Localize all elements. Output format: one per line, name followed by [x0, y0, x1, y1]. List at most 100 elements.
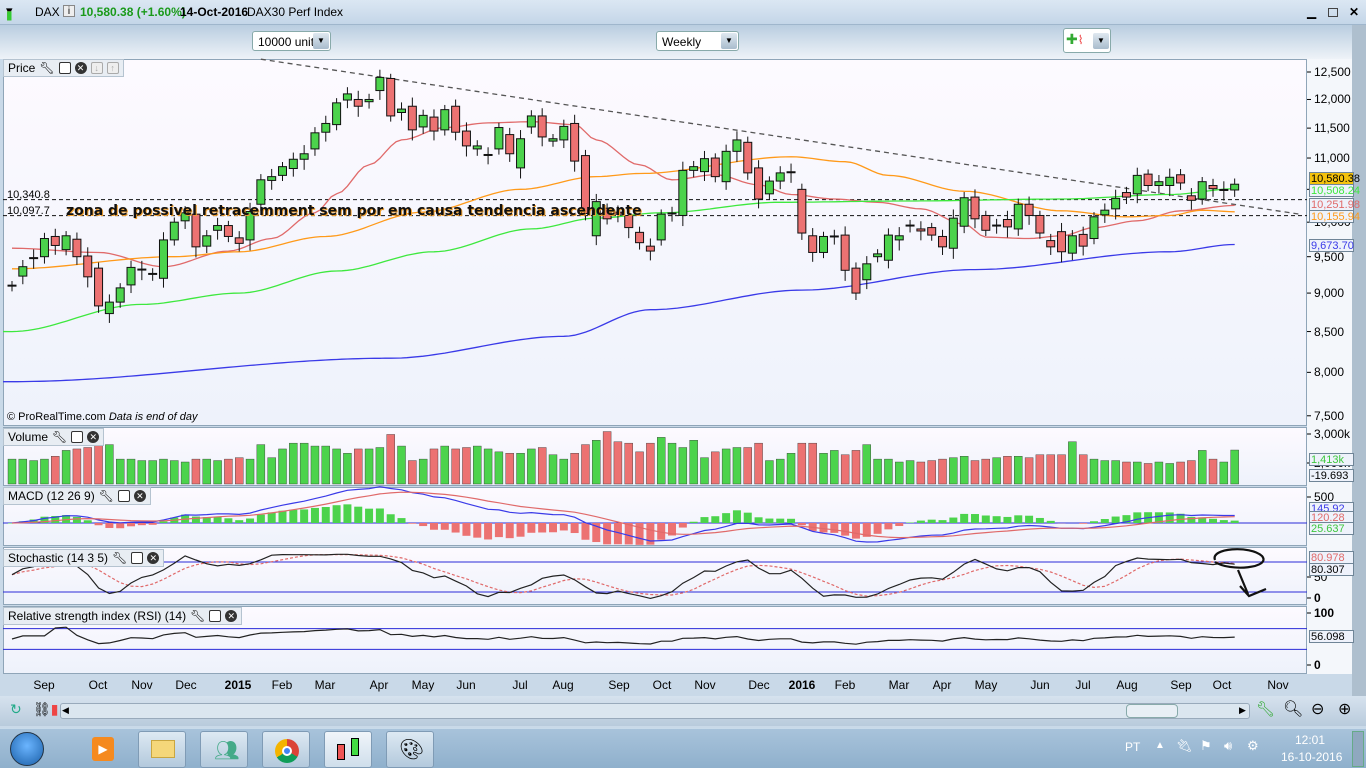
volume-bar [299, 442, 309, 485]
window-icon[interactable] [71, 431, 84, 443]
candle [505, 134, 515, 155]
candle [754, 167, 764, 200]
macd-histogram-bar [797, 523, 806, 526]
volume-bar [354, 448, 363, 485]
macd-histogram-bar [830, 523, 839, 533]
show-desktop-button[interactable] [1352, 731, 1364, 767]
candle [104, 301, 114, 315]
show-hidden-icons[interactable]: ▲ [1155, 740, 1165, 751]
candle [883, 234, 893, 261]
window-icon[interactable] [117, 490, 130, 502]
zoom-fit-icon[interactable]: 🔍︎ [1283, 699, 1303, 719]
scroll-left-icon[interactable]: ◀ [62, 705, 69, 716]
explorer-taskbar-button[interactable] [138, 731, 186, 768]
macd-histogram-bar [927, 519, 936, 523]
macd-histogram-bar [473, 523, 482, 538]
macd-histogram-bar [765, 518, 774, 523]
horizontal-scrollbar[interactable]: ◀ ▶ [60, 703, 1250, 719]
macd-histogram-bar [94, 523, 103, 526]
wrench-icon[interactable]: 🔧︎ [52, 430, 67, 444]
link-candles-icon[interactable]: ⛓▮ [33, 701, 59, 718]
macd-histogram-value-box: 25.637 [1309, 522, 1354, 535]
start-button[interactable] [10, 732, 44, 766]
volume-bar [657, 437, 666, 485]
power-icon[interactable]: 🔌︎ [1176, 738, 1193, 754]
volume-bar [797, 442, 807, 485]
candle [1121, 192, 1131, 198]
candle [1002, 218, 1012, 228]
macd-histogram-bar [440, 523, 449, 530]
scroll-thumb[interactable] [1126, 704, 1178, 718]
wrench-icon[interactable]: 🔧︎ [39, 61, 54, 75]
volume-bar [635, 451, 644, 485]
scroll-right-icon[interactable]: ▶ [1239, 705, 1246, 716]
volume-bar [332, 448, 341, 485]
wrench-icon[interactable]: 🔧︎ [99, 489, 114, 503]
clock-time[interactable]: 12:01 [1295, 733, 1325, 747]
macd-histogram-bar [505, 523, 514, 539]
chart-canvas[interactable] [0, 0, 1366, 700]
wrench-icon[interactable]: 🔧︎ [190, 609, 205, 623]
volume-bar [916, 461, 926, 485]
close-icon[interactable]: ✕ [74, 62, 87, 74]
zoom-out-icon[interactable]: ⊖ [1311, 699, 1324, 719]
close-icon[interactable]: ✕ [133, 490, 146, 502]
wrench-icon[interactable]: 🔧︎ [112, 551, 127, 565]
close-icon[interactable]: ✕ [87, 431, 100, 443]
close-icon[interactable]: ✕ [225, 610, 238, 622]
volume-bar [224, 458, 233, 485]
paint-taskbar-button[interactable]: 🎨︎ [386, 731, 434, 768]
media-player-icon[interactable]: ▶ [92, 737, 114, 761]
close-icon[interactable]: ✕ [147, 552, 160, 564]
candle [407, 105, 417, 131]
macd-histogram-bar [429, 523, 438, 530]
volume-icon[interactable]: 🔊︎ [1224, 738, 1232, 754]
level-label: 10,097.7 [7, 205, 50, 217]
macd-histogram-bar [72, 516, 81, 523]
candle [213, 225, 223, 231]
macd-histogram-bar [841, 523, 850, 536]
macd-histogram-bar [711, 516, 720, 523]
candle [191, 213, 201, 248]
macd-histogram-bar [300, 509, 309, 523]
messenger-taskbar-button[interactable]: 👥︎ [200, 731, 248, 768]
volume-bar [7, 458, 17, 485]
chart-settings-icon[interactable]: 🔧︎ [1256, 700, 1275, 718]
panel-title: Stochastic (14 3 5) [8, 551, 109, 565]
volume-bar [289, 442, 298, 485]
volume-bar [624, 442, 633, 485]
zoom-in-icon[interactable]: ⊕ [1338, 699, 1351, 719]
macd-histogram-bar [343, 504, 352, 523]
candle [559, 125, 569, 141]
volume-bar [364, 448, 374, 485]
volume-bar [895, 461, 904, 485]
macd-histogram-bar [1100, 519, 1109, 523]
macd-histogram-bar [83, 520, 92, 523]
macd-histogram-bar [581, 523, 590, 540]
candle [1089, 216, 1099, 240]
language-indicator[interactable]: PT [1125, 740, 1140, 754]
volume-bar [310, 445, 320, 485]
network-icon[interactable]: ⚙ [1247, 738, 1259, 754]
volume-bar [1111, 460, 1120, 485]
volume-bar [959, 456, 969, 485]
window-icon[interactable] [209, 610, 222, 622]
volume-bar [1089, 458, 1099, 485]
candle [1176, 174, 1186, 184]
chrome-taskbar-button[interactable] [262, 731, 310, 768]
macd-histogram-bar [267, 512, 276, 523]
volume-bar [981, 458, 990, 485]
macd-histogram-bar [321, 506, 330, 523]
prorealtime-taskbar-button[interactable] [324, 731, 372, 768]
volume-bar [992, 457, 1001, 485]
macd-histogram-bar [224, 518, 233, 523]
action-center-flag-icon[interactable]: ⚑ [1200, 738, 1212, 754]
candle-red-icon [337, 744, 345, 760]
stoch-d-line [11, 553, 1235, 597]
clock-date[interactable]: 16-10-2016 [1281, 750, 1342, 764]
refresh-chart-icon[interactable]: ↻ [10, 701, 22, 718]
stoch-k-value-box: 80.307 [1309, 563, 1354, 576]
volume-bar [1143, 463, 1153, 485]
window-icon[interactable] [131, 552, 144, 564]
window-icon[interactable] [58, 62, 71, 74]
